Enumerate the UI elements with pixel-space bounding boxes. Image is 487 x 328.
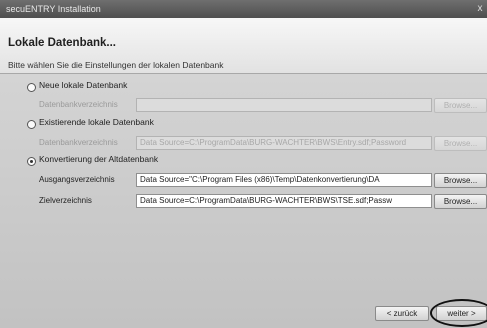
new-db-directory-input[interactable]	[136, 98, 432, 112]
browse-button-new-db[interactable]: Browse...	[434, 98, 487, 113]
existing-db-directory-input[interactable]: Data Source=C:\ProgramData\BURG-WACHTER\…	[136, 136, 432, 150]
field-label-source-directory: Ausgangsverzeichnis	[39, 175, 115, 184]
option-label-new-database[interactable]: Neue lokale Datenbank	[39, 80, 127, 90]
browse-button-source[interactable]: Browse...	[434, 173, 487, 188]
field-label-new-db-directory: Datenbankverzeichnis	[39, 100, 118, 109]
title-bar: secuENTRY Installation x	[0, 0, 487, 18]
wizard-header: Lokale Datenbank... Bitte wählen Sie die…	[0, 18, 487, 74]
option-label-convert-old-database[interactable]: Konvertierung der Altdatenbank	[39, 154, 158, 164]
radio-existing-database[interactable]	[27, 120, 36, 129]
field-label-target-directory: Zielverzeichnis	[39, 196, 92, 205]
page-subtitle: Bitte wählen Sie die Einstellungen der l…	[8, 60, 224, 70]
radio-convert-old-database[interactable]	[27, 157, 36, 166]
back-button[interactable]: < zurück	[375, 306, 429, 321]
option-label-existing-database[interactable]: Existierende lokale Datenbank	[39, 117, 154, 127]
source-directory-input[interactable]: Data Source="C:\Program Files (x86)\Temp…	[136, 173, 432, 187]
radio-new-database[interactable]	[27, 83, 36, 92]
browse-button-target[interactable]: Browse...	[434, 194, 487, 209]
browse-button-existing-db[interactable]: Browse...	[434, 136, 487, 151]
page-title: Lokale Datenbank...	[8, 37, 117, 49]
window-title: secuENTRY Installation	[6, 4, 101, 14]
target-directory-input[interactable]: Data Source=C:\ProgramData\BURG-WACHTER\…	[136, 194, 432, 208]
close-icon[interactable]: x	[475, 0, 485, 18]
next-button[interactable]: weiter >	[436, 306, 487, 321]
field-label-existing-db-directory: Datenbankverzeichnis	[39, 138, 118, 147]
